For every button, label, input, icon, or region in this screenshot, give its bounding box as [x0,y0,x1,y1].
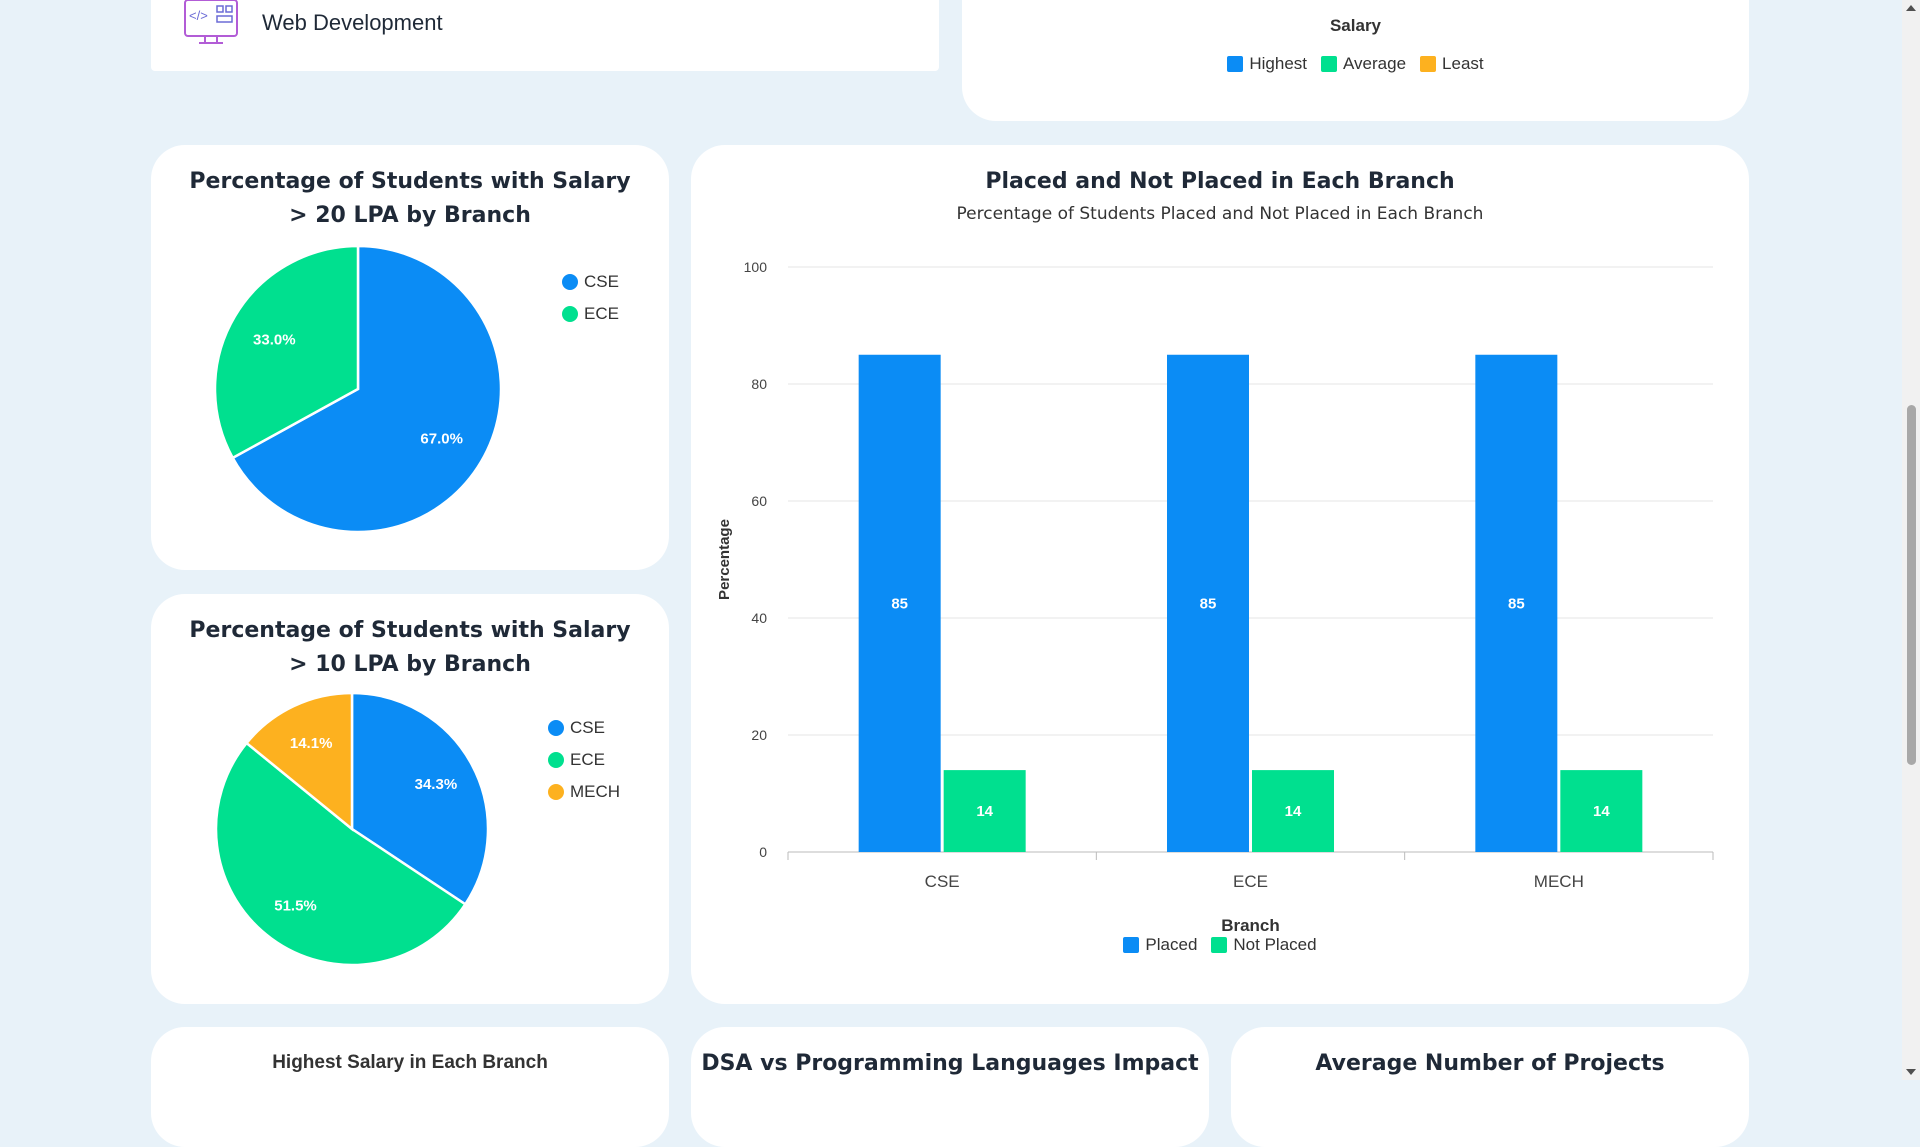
web-development-card: </> Web Development [151,0,939,71]
dsa-impact-card: DSA vs Programming Languages Impact [691,1027,1209,1147]
bar-legend-item[interactable]: Not Placed [1211,935,1317,955]
legend-label: ECE [584,304,619,323]
pie-slice-value-label: 14.1% [290,735,333,752]
legend-label: Not Placed [1233,935,1317,954]
scroll-up-arrow-icon[interactable] [1906,5,1916,11]
bar-value-label: 85 [1508,595,1525,612]
salary-tick-label: 15 [1452,0,1469,3]
legend-swatch [1420,56,1437,72]
pie-slice-value-label: 51.5% [274,898,317,915]
bar-chart: 0 20 40 60 80 100 CSE 85 14 ECE 85 14 MECH 85 14 Percen… [716,259,1714,935]
x-tick-label: CSE [925,872,960,891]
legend-dot [548,784,564,800]
salary-tick-label: 25 [1703,0,1720,3]
legend-label: Average [1343,54,1407,73]
y-tick-label: 80 [751,376,767,392]
legend-dot [548,752,564,768]
y-tick-label: 40 [751,610,767,626]
web-development-label: Web Development [262,10,443,35]
pie-legend-item[interactable]: ECE [562,304,619,324]
x-tick-label: MECH [1534,872,1584,891]
svg-text:</>: </> [189,8,208,23]
legend-swatch [1211,937,1228,953]
bar-value-label: 85 [1200,595,1217,612]
scroll-thumb[interactable] [1907,405,1916,765]
dsa-impact-title: DSA vs Programming Languages Impact [701,1051,1199,1076]
y-tick-label: 0 [759,844,767,860]
bar-chart-legend: Placed Not Placed [691,935,1749,955]
legend-label: Highest [1249,54,1308,73]
legend-dot [562,274,578,290]
pie-slice-value-label: 67.0% [420,430,463,447]
page-scrollbar[interactable] [1902,0,1920,1080]
highest-salary-card: Highest Salary in Each Branch [151,1027,669,1147]
pie-card-10lpa: Percentage of Students with Salary > 10 … [151,594,669,1004]
salary-tick-label: 10 [1327,0,1344,3]
legend-dot [548,720,564,736]
salary-axis-label: Salary [1329,16,1382,35]
bar-value-label: 85 [891,595,908,612]
salary-tick-label: 5 [1205,0,1213,3]
salary-legend-item[interactable]: Average [1321,54,1406,74]
pie-card-20lpa: Percentage of Students with Salary > 20 … [151,145,669,570]
pie-slice-value-label: 33.0% [253,332,296,349]
pie-legend-item[interactable]: MECH [548,782,620,802]
salary-legend-item[interactable]: Highest [1227,54,1307,74]
salary-tick-label: 0 [1080,0,1088,3]
pie-legend-item[interactable]: CSE [548,718,605,738]
placed-bar-chart-card: Placed and Not Placed in Each Branch Per… [691,145,1749,1004]
salary-legend-item[interactable]: Least [1420,54,1484,74]
x-axis-label: Branch [1221,916,1280,935]
y-tick-label: 60 [751,493,767,509]
highest-salary-title: Highest Salary in Each Branch [272,1052,548,1073]
legend-label: Least [1442,54,1484,73]
x-tick-label: ECE [1233,872,1268,891]
y-tick-label: 20 [751,727,767,743]
bar-value-label: 14 [976,803,993,820]
scroll-down-arrow-icon[interactable] [1906,1069,1916,1075]
pie-legend-item[interactable]: CSE [562,272,619,292]
salary-axis-ticks: 0 5 10 15 20 25 [962,0,1749,4]
legend-swatch [1227,56,1244,72]
bar-value-label: 14 [1285,803,1302,820]
y-axis-label: Percentage [716,519,733,600]
legend-dot [562,306,578,322]
salary-legend: Highest Average Least [962,54,1749,74]
legend-label: Placed [1145,935,1198,954]
y-tick-label: 100 [744,259,768,275]
salary-tick-label: 20 [1578,0,1595,3]
legend-label: CSE [570,718,605,737]
avg-projects-card: Average Number of Projects [1231,1027,1749,1147]
bar-legend-item[interactable]: Placed [1123,935,1197,955]
pie-chart-20lpa: 67.0% 33.0% [213,244,503,534]
pie-legend-item[interactable]: ECE [548,750,605,770]
salary-chart-card: 0 5 10 15 20 25 Salary Highest Average Least [962,0,1749,121]
code-monitor-icon: </> [183,0,241,51]
bar-value-label: 14 [1593,803,1610,820]
legend-label: MECH [570,782,621,801]
legend-label: ECE [570,750,605,769]
legend-swatch [1321,56,1338,72]
legend-label: CSE [584,272,619,291]
pie-slice-value-label: 34.3% [415,776,458,793]
avg-projects-title: Average Number of Projects [1315,1051,1665,1076]
legend-swatch [1123,937,1140,953]
